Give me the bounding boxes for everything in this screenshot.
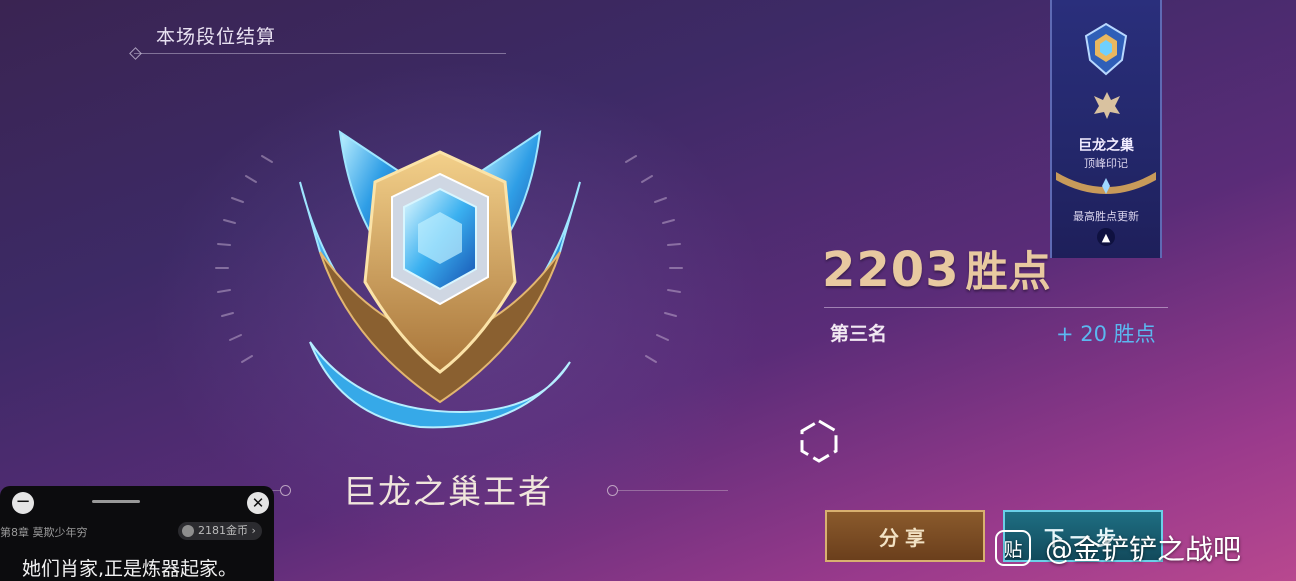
banner-rank-name: 巨龙之巢: [1078, 138, 1134, 154]
rank-emblem-icon: [299, 129, 581, 429]
reader-text: 她们肖家,正是炼器起家。: [22, 558, 238, 580]
reader-overlay: − ✕ 第8章 莫欺少年穷 2181金币 › 她们肖家,正是炼器起家。: [0, 486, 274, 581]
coin-balance[interactable]: 2181金币 ›: [178, 522, 262, 540]
loading-ring-icon: [800, 419, 838, 463]
best-points-updated: 最高胜点更新: [1073, 210, 1139, 223]
close-icon[interactable]: ✕: [247, 492, 269, 514]
placement-label: 第三名: [830, 323, 888, 345]
dragon-icon: [1094, 92, 1120, 119]
minus-icon[interactable]: −: [12, 492, 34, 514]
rank-divider-dot: [607, 485, 618, 496]
drag-handle[interactable]: [92, 500, 140, 503]
score-divider: [824, 307, 1168, 308]
points-gain: + 20 胜点: [1056, 322, 1156, 346]
arrow-up-icon: ▲: [1097, 228, 1115, 246]
rank-divider-right: [618, 490, 728, 491]
banner-ribbon: [1056, 172, 1156, 194]
tieba-icon: 贴: [995, 530, 1031, 566]
score-display: 2203 胜点: [822, 238, 1052, 299]
crest-icon: [1084, 22, 1128, 76]
watermark: 贴 @金铲铲之战吧: [995, 528, 1241, 568]
watermark-text: @金铲铲之战吧: [1045, 533, 1242, 566]
rank-name: 巨龙之巢王者: [343, 472, 553, 511]
score-value: 2203: [822, 242, 960, 298]
score-unit: 胜点: [965, 247, 1052, 296]
rank-banner: 巨龙之巢 顶峰印记 最高胜点更新 ▲: [1050, 0, 1162, 258]
chapter-title: 第8章 莫欺少年穷: [0, 526, 88, 539]
share-button[interactable]: 分享: [825, 510, 985, 562]
